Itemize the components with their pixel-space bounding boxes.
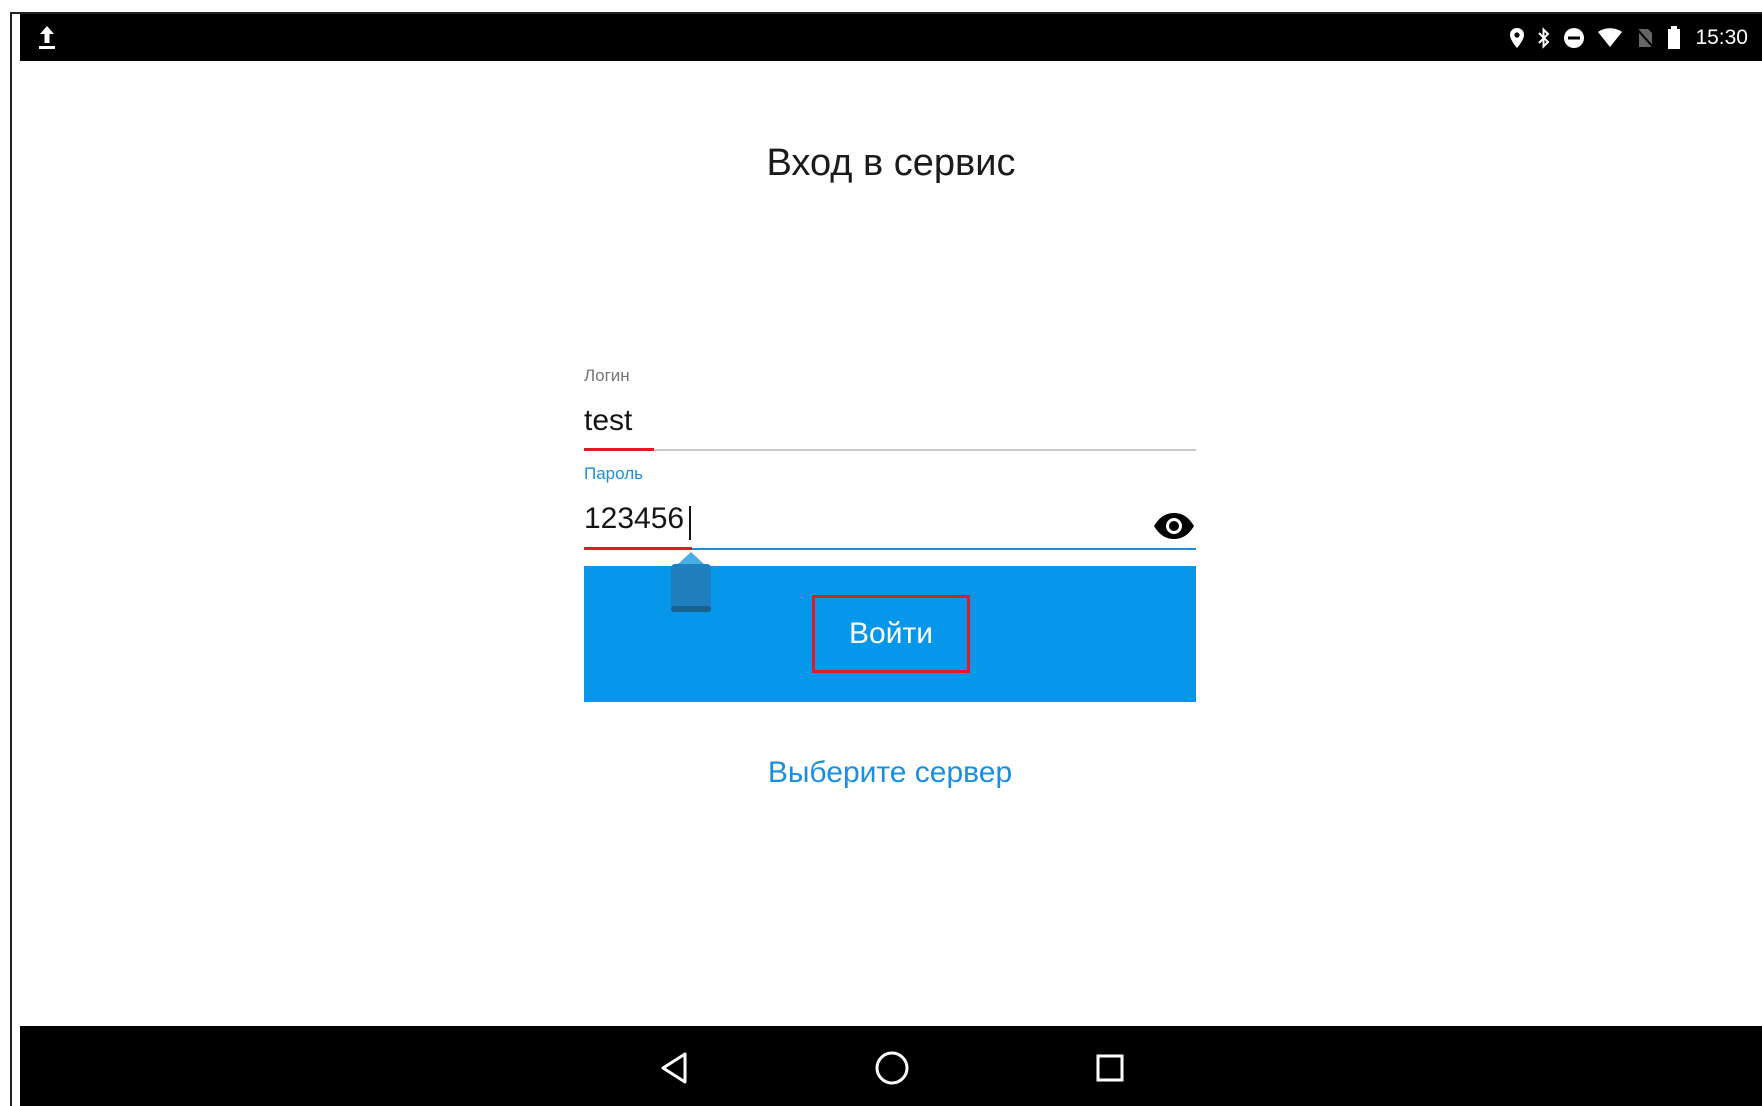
wifi-icon [1597,27,1623,49]
back-icon[interactable] [652,1046,696,1090]
login-highlight-mark [584,448,654,451]
password-highlight-mark [584,547,692,550]
device-screen: 15:30 Вход в сервис Логин test Пароль 12… [20,14,1762,1106]
status-icons: 15:30 [1509,14,1748,61]
battery-icon [1667,25,1681,50]
do-not-disturb-icon [1563,27,1585,49]
login-button-label: Войти [812,595,970,673]
text-cursor [689,506,691,540]
status-clock: 15:30 [1695,25,1748,49]
no-sim-icon [1635,27,1655,49]
page-title: Вход в сервис [766,142,1016,184]
show-password-eye-icon[interactable] [1152,512,1196,540]
bluetooth-icon [1537,26,1551,49]
recent-apps-icon[interactable] [1088,1046,1132,1090]
login-input[interactable]: test [584,404,632,438]
password-label: Пароль [584,464,643,483]
select-server-link[interactable]: Выберите сервер [584,756,1196,790]
home-icon[interactable] [870,1046,914,1090]
navigation-bar [20,1026,1762,1106]
login-input-underline [584,449,1196,451]
login-label: Логин [584,366,630,385]
status-bar: 15:30 [20,14,1762,61]
location-icon [1509,27,1525,49]
upload-icon [36,24,58,52]
password-input[interactable]: 123456 [584,502,684,536]
text-selection-handle[interactable] [668,552,714,618]
